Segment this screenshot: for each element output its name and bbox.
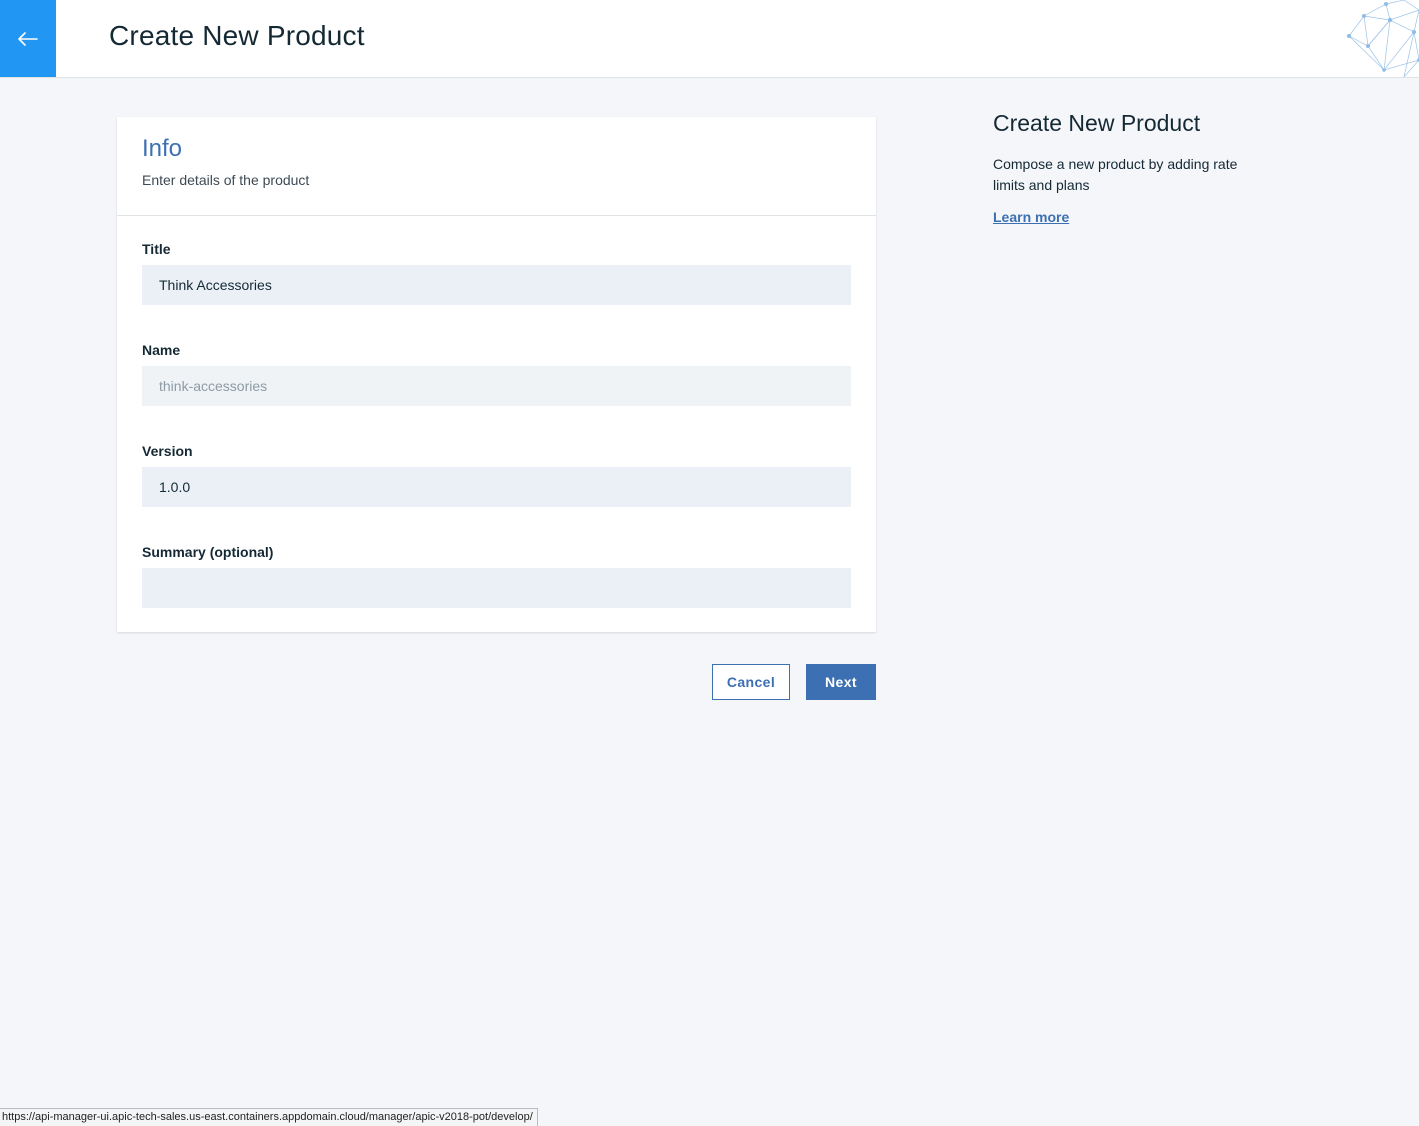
cancel-button[interactable]: Cancel	[712, 664, 790, 700]
version-input[interactable]	[142, 467, 851, 507]
back-button[interactable]	[0, 0, 56, 77]
help-title: Create New Product	[993, 110, 1201, 136]
page-title: Create New Product	[109, 20, 365, 51]
version-field: Version	[142, 443, 851, 507]
summary-label: Summary (optional)	[142, 544, 274, 560]
learn-more-link[interactable]: Learn more	[993, 209, 1069, 225]
summary-field: Summary (optional)	[142, 544, 851, 608]
title-field: Title	[142, 241, 851, 305]
help-description: Compose a new product by adding rate lim…	[993, 156, 1238, 193]
name-field: Name	[142, 342, 851, 406]
arrow-left-icon	[18, 31, 38, 46]
help-panel: Create New Product Compose a new product…	[993, 108, 1273, 227]
card-subheading: Enter details of the product	[142, 172, 310, 188]
network-graphic-icon	[1347, 0, 1419, 77]
version-label: Version	[142, 443, 193, 459]
status-bar-url: https://api-manager-ui.apic-tech-sales.u…	[0, 1108, 538, 1126]
next-button[interactable]: Next	[806, 664, 876, 700]
summary-input[interactable]	[142, 568, 851, 608]
card-heading: Info	[142, 135, 183, 162]
product-info-card: Info Enter details of the product Title …	[117, 117, 876, 632]
title-input[interactable]	[142, 265, 851, 305]
name-input	[142, 366, 851, 406]
card-header: Info Enter details of the product	[117, 117, 876, 216]
title-label: Title	[142, 241, 171, 257]
name-label: Name	[142, 342, 181, 358]
page-header: Create New Product	[0, 0, 1419, 78]
